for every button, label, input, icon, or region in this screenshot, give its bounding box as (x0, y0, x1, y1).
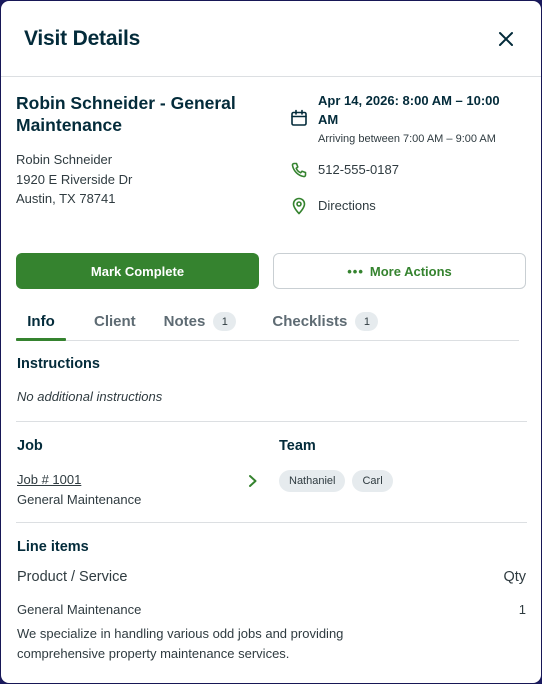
tab-notes[interactable]: Notes 1 (164, 307, 237, 340)
tab-client-label: Client (94, 313, 136, 330)
line-item-qty: 1 (518, 602, 526, 617)
team-member-chip: Nathaniel (279, 470, 346, 492)
address-line-street: 1920 E Riverside Dr (16, 171, 133, 187)
more-dots-icon: ••• (347, 263, 364, 279)
instructions-heading: Instructions (17, 356, 100, 372)
visit-summary: Robin Schneider - General Maintenance Ro… (1, 77, 541, 255)
tab-checklists[interactable]: Checklists 1 (272, 307, 379, 340)
directions-label: Directions (318, 198, 376, 213)
tab-bar: Info Client Notes 1 Checklists 1 (16, 307, 519, 341)
directions-link[interactable]: Directions (289, 196, 376, 216)
close-button[interactable] (495, 28, 517, 50)
tab-client[interactable]: Client (94, 307, 136, 340)
chevron-right-icon[interactable] (246, 473, 260, 489)
line-item-description: We specialize in handling various odd jo… (17, 626, 344, 661)
product-service-column-header: Product / Service (17, 569, 128, 585)
arrival-window: Arriving between 7:00 AM – 9:00 AM (318, 133, 496, 145)
checklists-count-badge: 1 (355, 312, 379, 331)
close-icon (499, 31, 513, 46)
qty-column-header: Qty (503, 569, 526, 585)
team-members: Nathaniel Carl (279, 470, 393, 492)
visit-title: Robin Schneider - General Maintenance (16, 93, 236, 135)
more-actions-button[interactable]: ••• More Actions (273, 253, 526, 289)
tab-info-label: Info (27, 313, 55, 330)
more-actions-label: More Actions (369, 263, 452, 279)
notes-count-badge: 1 (213, 312, 237, 331)
job-heading: Job (17, 438, 43, 454)
address-line-name: Robin Schneider (16, 152, 113, 167)
job-number-link[interactable]: Job # 1001 (17, 472, 81, 487)
divider (16, 522, 527, 523)
mark-complete-button[interactable]: Mark Complete (16, 253, 259, 289)
tab-checklists-label: Checklists (272, 313, 348, 330)
client-address: Robin Schneider 1920 E Riverside Dr Aust… (16, 150, 132, 209)
modal-header: Visit Details (1, 1, 541, 77)
team-member-chip: Carl (352, 470, 393, 492)
visit-details-modal: Visit Details Robin Schneider - General … (1, 1, 541, 683)
location-pin-icon (289, 196, 309, 216)
modal-title: Visit Details (24, 26, 141, 50)
mark-complete-label: Mark Complete (90, 263, 185, 279)
line-item-name: General Maintenance (17, 602, 142, 617)
visit-date: Apr 14, 2026: 8:00 AM – 10:00 AM (318, 93, 500, 127)
calendar-icon (289, 108, 309, 128)
tab-notes-label: Notes (163, 313, 206, 330)
phone-icon (289, 160, 309, 180)
team-heading: Team (279, 438, 316, 454)
job-description: General Maintenance (17, 492, 142, 507)
tab-info[interactable]: Info (16, 307, 66, 341)
divider (16, 421, 527, 422)
visit-schedule: Apr 14, 2026: 8:00 AM – 10:00 AM Arrivin… (289, 91, 518, 145)
action-buttons: Mark Complete ••• More Actions (16, 253, 526, 289)
phone-number: 512-555-0187 (318, 162, 399, 177)
line-items-heading: Line items (17, 539, 89, 555)
address-line-city: Austin, TX 78741 (16, 191, 116, 206)
phone-link[interactable]: 512-555-0187 (289, 160, 399, 180)
instructions-text: No additional instructions (17, 389, 163, 404)
